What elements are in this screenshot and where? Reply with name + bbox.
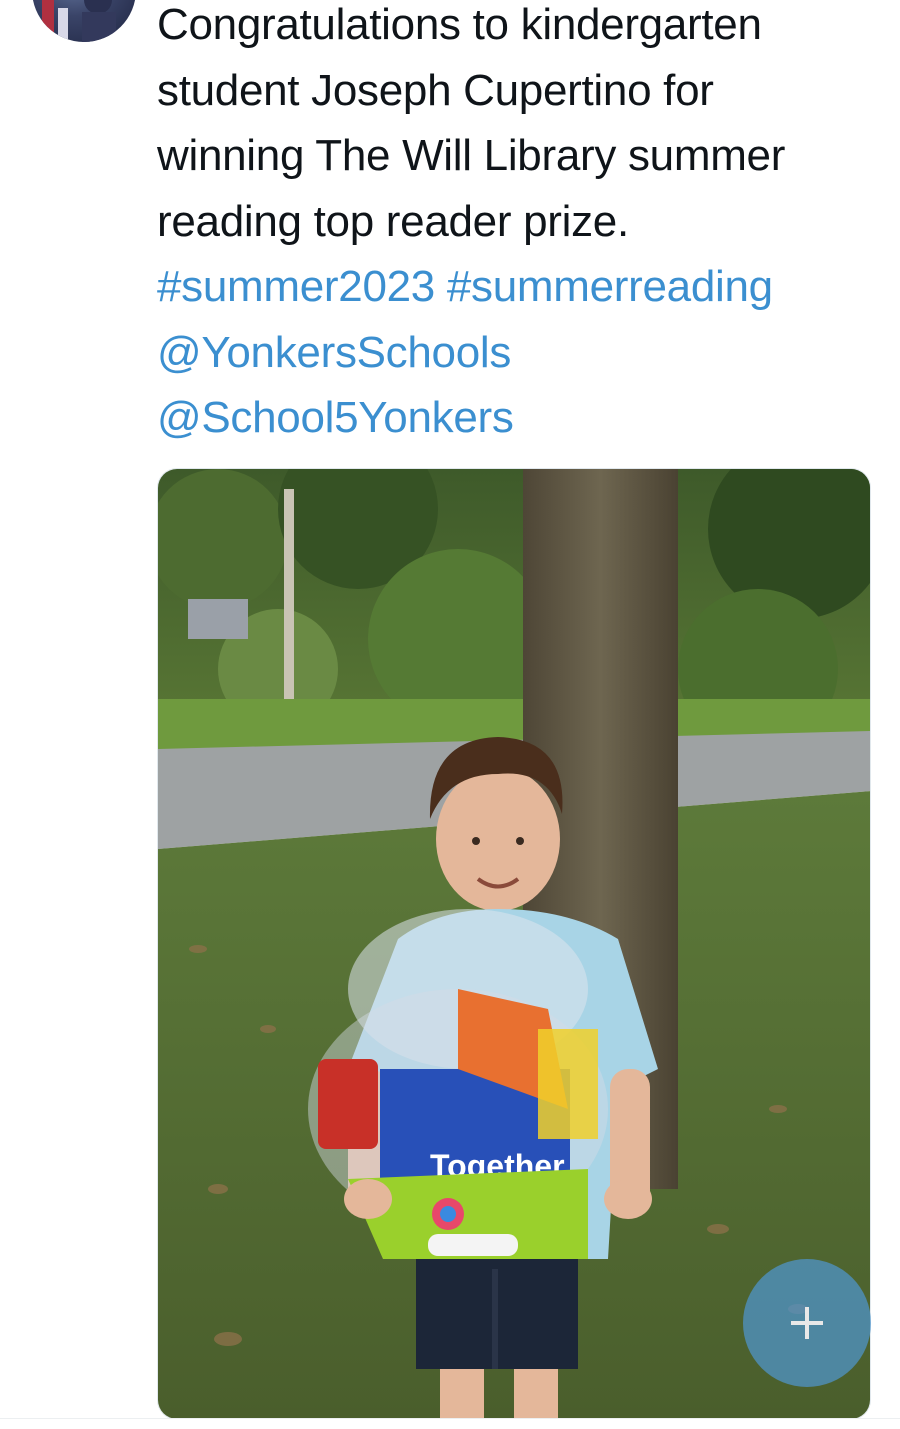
mention-line: @YonkersSchools [157,320,877,386]
tweet-text-line: student Joseph Cupertino for [157,65,714,115]
compose-button[interactable] [743,1259,871,1387]
mention-link[interactable]: @School5Yonkers [157,393,514,442]
mention-line: @School5Yonkers [157,385,877,451]
tweet-text-line: reading top reader prize. [157,196,629,246]
tweet-detail-view: Congratulations to kindergarten student … [0,0,900,1429]
plus-icon [791,1307,823,1339]
tweet-text-line: Congratulations to kindergarten [157,0,762,49]
hashtag-link[interactable]: #summerreading [447,262,773,311]
tweet-text-line: winning The Will Library summer [157,131,786,180]
mention-link[interactable]: @YonkersSchools [157,328,511,377]
hashtag-link[interactable]: #summer2023 [157,262,435,311]
author-avatar[interactable] [32,0,136,42]
hashtag-line: #summer2023 #summerreading [157,254,877,320]
bottom-divider [0,1418,900,1429]
tweet-text: Congratulations to kindergarten student … [157,0,877,451]
